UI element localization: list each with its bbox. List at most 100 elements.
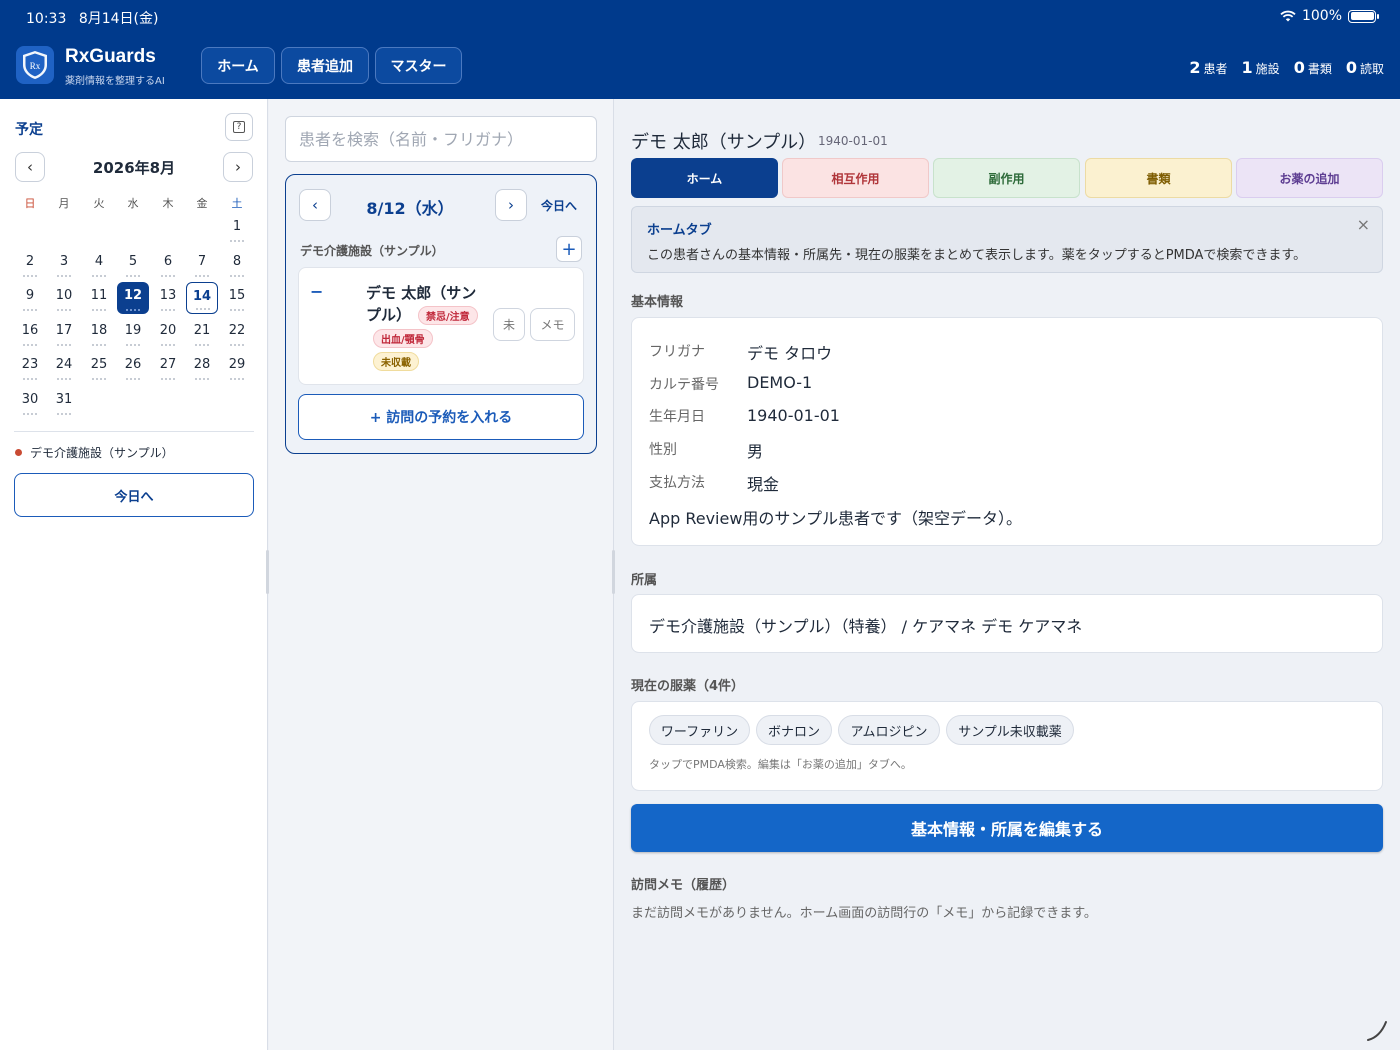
calendar-day[interactable]: 12 xyxy=(117,282,149,314)
day-indicator xyxy=(23,274,37,278)
day-today-link[interactable]: 今日へ xyxy=(541,197,577,214)
add-visit-icon[interactable]: + xyxy=(556,236,582,262)
calendar-day-number: 23 xyxy=(21,357,39,372)
calendar-day[interactable]: 15 xyxy=(221,282,253,314)
calendar-day[interactable]: 30 xyxy=(14,386,46,418)
calendar-day-number: 14 xyxy=(192,289,212,304)
weekday-header: 金 xyxy=(196,197,208,210)
day-indicator xyxy=(57,343,71,347)
help-button[interactable]: ? xyxy=(225,113,253,141)
calendar-day-number: 20 xyxy=(159,322,177,338)
calendar-day[interactable]: 6 xyxy=(152,248,184,280)
next-day-button[interactable]: › xyxy=(495,189,527,221)
day-indicator xyxy=(92,309,106,312)
status-date: 8月14日(金) xyxy=(78,11,159,27)
calendar-day-number: 16 xyxy=(21,322,39,338)
sex-value: 男 xyxy=(747,442,764,461)
calendar-day[interactable]: 23 xyxy=(14,351,46,383)
day-indicator xyxy=(57,412,71,416)
schedule-title: 予定 xyxy=(15,122,43,138)
nav-add-patient-button[interactable]: 患者追加 xyxy=(281,47,369,84)
day-indicator xyxy=(126,343,140,347)
collapse-icon[interactable]: − xyxy=(310,282,323,301)
tab-add-medication[interactable]: お薬の追加 xyxy=(1236,158,1383,198)
sex-label: 性別 xyxy=(649,442,677,458)
current-meds-card: ワーファリン ボナロン アムロジピン サンプル未収載薬 タップでPMDA検索。編… xyxy=(631,701,1383,791)
calendar-day-number: 9 xyxy=(25,288,35,303)
calendar-day[interactable]: 18 xyxy=(83,317,115,349)
patient-search-input[interactable] xyxy=(285,116,597,162)
day-indicator xyxy=(126,378,140,381)
calendar-day-number: 3 xyxy=(59,253,69,269)
facility-legend: デモ介護施設（サンプル） xyxy=(15,444,174,461)
calendar-day[interactable]: 13 xyxy=(152,282,184,314)
next-month-button[interactable]: › xyxy=(223,152,253,182)
calendar-day-number: 13 xyxy=(159,288,177,303)
calendar-day[interactable]: 19 xyxy=(117,317,149,349)
tab-interactions[interactable]: 相互作用 xyxy=(782,158,929,198)
calendar-day[interactable]: 14 xyxy=(186,282,218,314)
calendar-day[interactable]: 9 xyxy=(14,282,46,314)
tab-home[interactable]: ホーム xyxy=(631,158,778,198)
edit-basic-info-button[interactable]: 基本情報・所属を編集する xyxy=(631,804,1383,852)
calendar-day[interactable]: 25 xyxy=(83,351,115,383)
tab-documents[interactable]: 書類 xyxy=(1085,158,1232,198)
med-chip[interactable]: アムロジピン xyxy=(838,715,940,745)
calendar-day[interactable]: 8 xyxy=(221,248,253,280)
reserve-visit-button[interactable]: + 訪問の予約を入れる xyxy=(298,394,584,440)
day-label: 8/12（水） xyxy=(366,199,454,218)
calendar-day[interactable]: 31 xyxy=(48,386,80,418)
calendar-day[interactable]: 21 xyxy=(186,317,218,349)
calendar-day[interactable]: 11 xyxy=(83,282,115,314)
tag-bleeding-jaw: 出血/顎骨 xyxy=(373,329,433,348)
calendar-day[interactable]: 24 xyxy=(48,351,80,383)
prev-day-button[interactable]: ‹ xyxy=(299,189,331,221)
stat-documents: 0 書類 xyxy=(1293,58,1332,77)
calendar-day[interactable]: 3 xyxy=(48,248,80,280)
calendar-day[interactable]: 17 xyxy=(48,317,80,349)
med-chip[interactable]: サンプル未収載薬 xyxy=(946,715,1074,745)
med-chip[interactable]: ボナロン xyxy=(756,715,832,745)
nav-home-button[interactable]: ホーム xyxy=(201,47,275,84)
visit-row[interactable]: − デモ 太郎（サンプル） 禁忌/注意 出血/顎骨 未収載 未 メモ xyxy=(298,267,584,385)
shield-logo-icon: Rx xyxy=(23,51,47,79)
day-indicator xyxy=(161,343,175,347)
calendar-day[interactable]: 7 xyxy=(186,248,218,280)
calendar-day[interactable]: 20 xyxy=(152,317,184,349)
calendar-day[interactable]: 5 xyxy=(117,248,149,280)
calendar-day-number: 21 xyxy=(193,322,211,338)
legend-dot xyxy=(15,449,22,456)
day-indicator xyxy=(57,274,71,278)
payment-value: 現金 xyxy=(747,475,780,494)
calendar-day[interactable]: 22 xyxy=(221,317,253,349)
calendar-day-number: 12 xyxy=(123,288,143,303)
calendar-day[interactable]: 2 xyxy=(14,248,46,280)
calendar-day[interactable]: 4 xyxy=(83,248,115,280)
furigana-label: フリガナ xyxy=(649,344,705,360)
nav-master-button[interactable]: マスター xyxy=(375,47,462,84)
visit-memo-button[interactable]: メモ xyxy=(530,308,575,341)
calendar-day-number: 15 xyxy=(228,288,246,303)
day-indicator xyxy=(195,343,209,347)
calendar-day[interactable]: 10 xyxy=(48,282,80,314)
calendar-today-button[interactable]: 今日へ xyxy=(14,473,254,517)
furigana-value: デモ タロウ xyxy=(747,344,833,363)
visit-status-button[interactable]: 未 xyxy=(493,308,525,341)
weekday-header: 火 xyxy=(93,197,105,210)
med-chip[interactable]: ワーファリン xyxy=(649,715,750,745)
calendar-day[interactable]: 28 xyxy=(186,351,218,383)
calendar-day[interactable]: 1 xyxy=(221,213,253,245)
calendar-day-number: 25 xyxy=(90,357,108,372)
stat-patients: 2 患者 xyxy=(1189,58,1228,77)
calendar-day[interactable]: 27 xyxy=(152,351,184,383)
day-indicator xyxy=(23,309,37,312)
day-indicator xyxy=(161,378,175,381)
schedule-panel: 予定 ? ‹ 2026年8月 › 日月火水木金土 1 2 3 4 5 6 7 8 9 10 11 12 1… xyxy=(0,99,268,1050)
close-icon[interactable]: × xyxy=(1357,215,1370,234)
tab-side-effects[interactable]: 副作用 xyxy=(933,158,1080,198)
calendar-day[interactable]: 29 xyxy=(221,351,253,383)
calendar-day[interactable]: 16 xyxy=(14,317,46,349)
day-indicator xyxy=(196,308,210,311)
legend-facility-name: デモ介護施設（サンプル） xyxy=(30,446,174,460)
calendar-day[interactable]: 26 xyxy=(117,351,149,383)
